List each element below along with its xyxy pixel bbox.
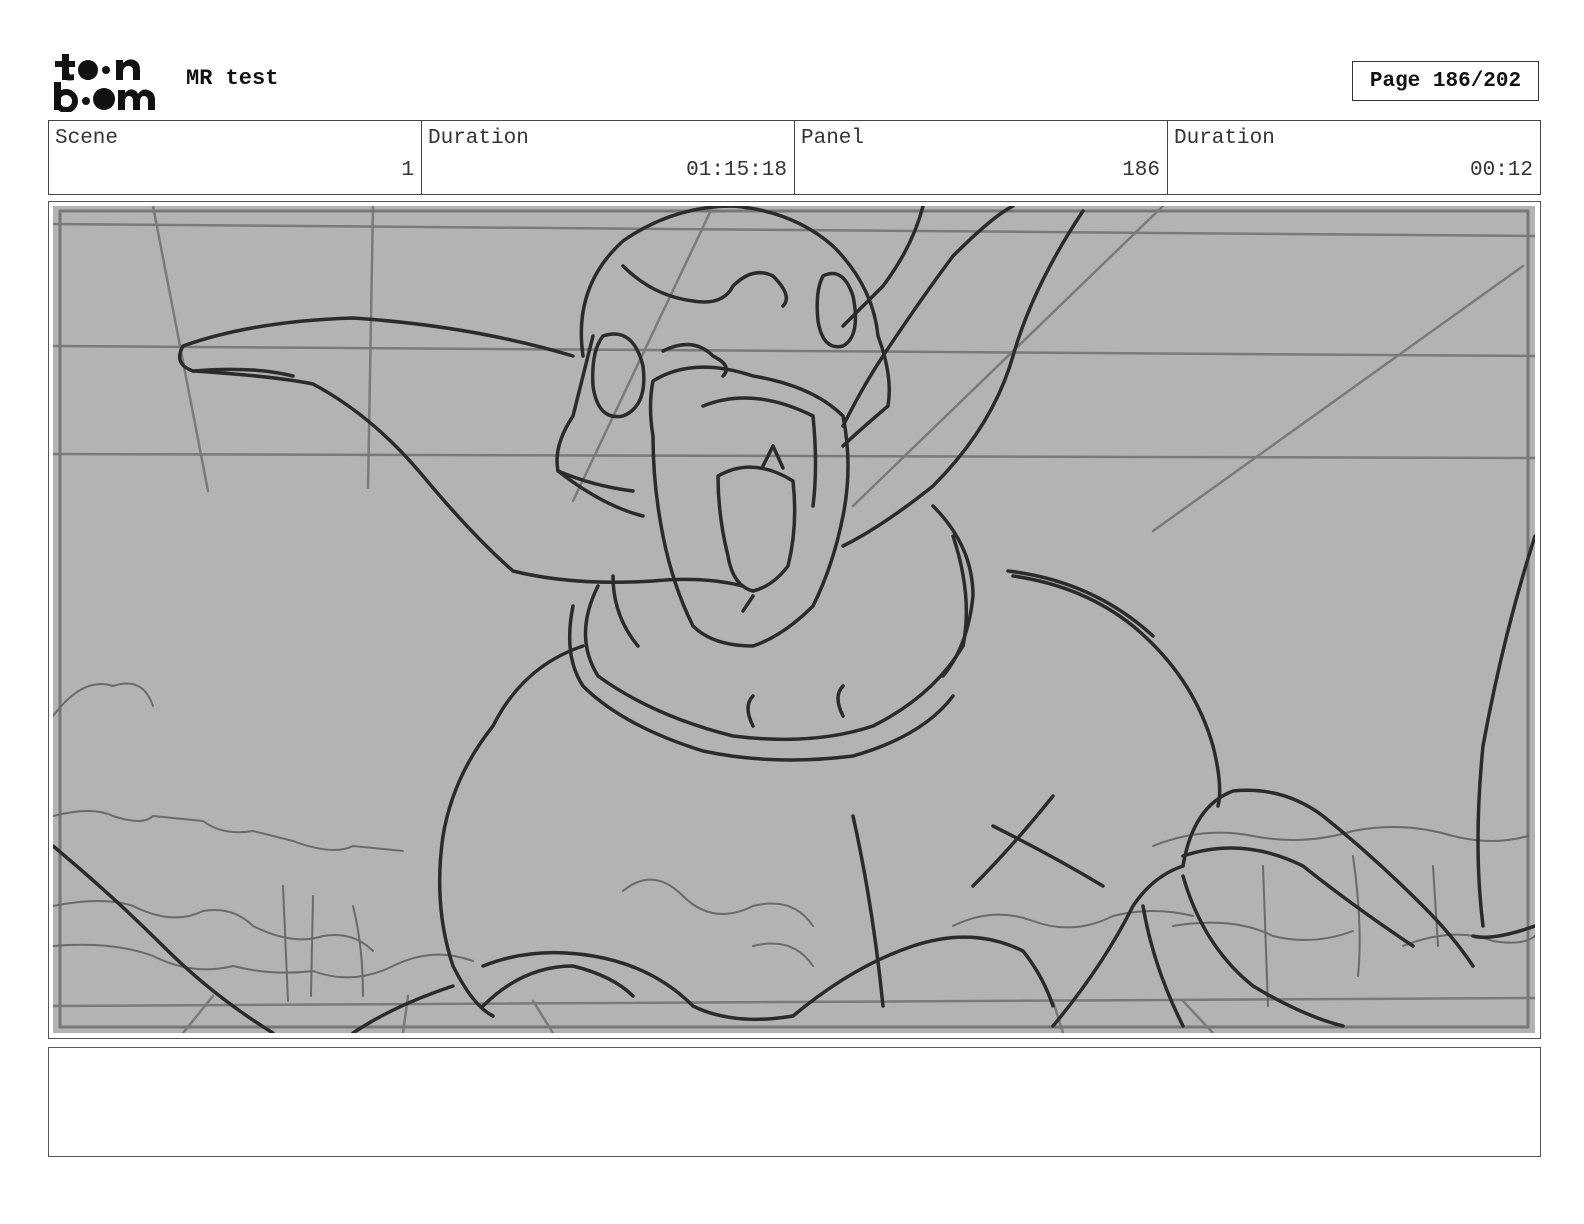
- panel-notes-box[interactable]: [48, 1047, 1541, 1157]
- scene-duration-value: 01:15:18: [686, 159, 787, 182]
- panel-value: 186: [1122, 159, 1160, 182]
- toon-boom-logo: [52, 50, 164, 113]
- scene-value: 1: [401, 159, 414, 182]
- panel-info-table: Scene 1 Duration 01:15:18 Panel 186 Dura…: [48, 120, 1541, 195]
- panel-duration-label: Duration: [1174, 127, 1275, 150]
- storyboard-sketch-image: [53, 206, 1535, 1033]
- panel-duration-cell: Duration 00:12: [1168, 121, 1540, 194]
- storyboard-sketch-icon: [53, 206, 1535, 1033]
- scene-duration-label: Duration: [428, 127, 529, 150]
- panel-label: Panel: [801, 127, 865, 150]
- project-title: MR test: [186, 66, 279, 91]
- panel-cell: Panel 186: [795, 121, 1168, 194]
- scene-label: Scene: [55, 127, 119, 150]
- panel-duration-value: 00:12: [1469, 159, 1533, 182]
- page-indicator: Page 186/202: [1352, 61, 1539, 101]
- toon-boom-logo-icon: [54, 54, 155, 113]
- scene-duration-cell: Duration 01:15:18: [422, 121, 795, 194]
- storyboard-panel-frame: [48, 201, 1541, 1039]
- scene-cell: Scene 1: [49, 121, 422, 194]
